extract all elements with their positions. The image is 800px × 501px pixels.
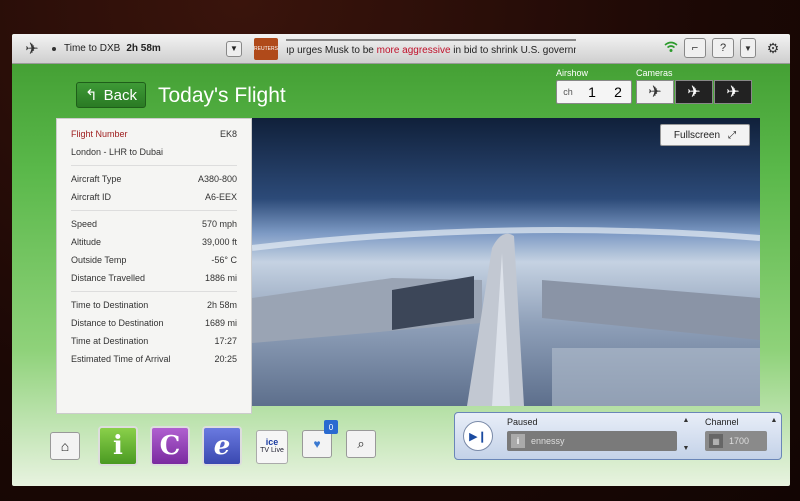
track-title[interactable]: i ennessy [507,431,677,451]
camera-tail-button[interactable]: ✈ [636,80,674,104]
channel-label: Channel [705,417,739,427]
tv-live-button[interactable]: ice TV Live [256,430,288,464]
camera-options: ✈ ✈ ✈ [636,80,752,104]
back-arrow-icon: ↰ [85,87,98,104]
flight-info-panel: Flight Number EK8 London - LHR to Dubai … [56,118,252,414]
status-bar: ✈ Time to DXB 2h 58m ▼ REUTERS ıp urges … [12,34,790,64]
home-icon: ⌂ [60,438,70,454]
info-row: Aircraft ID A6-EEX [71,192,237,202]
tv-icon: ice [265,437,279,447]
camera-top-button[interactable]: ✈ [675,80,713,104]
play-pause-button[interactable]: ▶❙ [463,421,493,451]
entertainment-app-icon: e [213,431,231,461]
tv-live-label: TV Live [260,447,284,454]
divider [71,210,237,211]
ch-label: ch [563,87,573,97]
camera-view: Fullscreen ⤢ [252,118,760,406]
airshow-channel-box: ch 1 2 [556,80,632,104]
info-app-icon: i [113,431,123,461]
info-row: Speed 570 mph [71,219,237,229]
home-button[interactable]: ⌂ [50,432,80,460]
info-row: Flight Number EK8 [71,129,237,139]
status-icons: ⌐ ? ▼ ⚙ [664,38,784,58]
favorites-button[interactable]: ♥ [302,430,332,458]
plane-top-icon: ✈ [687,84,701,101]
media-player: ▶❙ Paused i ennessy ▲ ▼ Channel ▦ 1700 ▲ [454,412,782,460]
time-to-destination[interactable]: Time to DXB 2h 58m [52,43,220,54]
fullscreen-button[interactable]: Fullscreen ⤢ [660,124,750,146]
info-row: Distance Travelled 1886 mi [71,273,237,283]
cameras-label: Cameras [636,68,673,78]
menu-dropdown-button[interactable]: ▼ [740,38,756,58]
info-row: Time to Destination 2h 58m [71,300,237,310]
airshow-channel-2[interactable]: 2 [605,84,631,100]
seat-button[interactable]: ⌐ [684,38,706,58]
communication-app-button[interactable]: C [150,426,190,466]
plane-icon: ✈ [25,40,39,58]
bullet-icon [52,46,56,51]
wifi-icon [664,41,678,56]
info-row: Time at Destination 17:27 [71,336,237,346]
camera-feed-image [252,227,760,406]
chevron-down-icon: ▼ [230,44,238,53]
expand-icon: ⤢ [728,129,737,141]
divider [71,165,237,166]
plane-down-icon: ✈ [726,84,740,101]
destination-label: Time to DXB [64,43,121,54]
settings-button[interactable]: ⚙ [762,38,784,58]
info-row: Outside Temp -56° C [71,255,237,265]
play-pause-icon: ▶❙ [469,430,487,443]
entertainment-app-button[interactable]: e [202,426,242,466]
fullscreen-label: Fullscreen [673,129,721,141]
channel-up-icon[interactable]: ▲ [769,417,779,429]
info-row: Altitude 39,000 ft [71,237,237,247]
news-logo: REUTERS [254,37,278,60]
camera-selector: Cameras ✈ ✈ ✈ [636,68,752,104]
help-icon: ? [719,42,727,54]
info-app-button[interactable]: i [98,426,138,466]
keypad-icon: ▦ [709,434,723,448]
ife-screen: ✈ Time to DXB 2h 58m ▼ REUTERS ıp urges … [12,34,790,486]
heart-icon: ♥ [313,437,321,451]
channel-display[interactable]: ▦ 1700 [705,431,767,451]
info-row: Aircraft Type A380-800 [71,174,237,184]
info-row: London - LHR to Dubai [71,147,164,157]
info-row: Distance to Destination 1689 mi [71,318,237,328]
search-icon: ⌕ [357,436,365,451]
news-ticker[interactable]: ıp urges Musk to be more aggressive in b… [286,38,576,59]
search-button[interactable]: ⌕ [346,430,376,458]
chevron-down-icon: ▼ [744,43,752,53]
info-icon: i [511,434,525,448]
help-button[interactable]: ? [712,38,734,58]
scroll-up-icon[interactable]: ▲ [681,417,691,429]
scroll-down-icon[interactable]: ▼ [681,445,691,457]
back-button[interactable]: ↰ Back [76,82,146,108]
camera-down-button[interactable]: ✈ [714,80,752,104]
airshow-label: Airshow [556,68,589,78]
back-label: Back [103,86,137,104]
info-row: Estimated Time of Arrival 20:25 [71,354,237,364]
gear-icon: ⚙ [766,39,780,56]
airshow-selector: Airshow ch 1 2 [556,68,632,104]
communication-app-icon: C [159,431,181,461]
airshow-channel-1[interactable]: 1 [579,84,605,100]
plane-tail-icon: ✈ [648,84,662,101]
page-title: Today's Flight [158,84,286,107]
favorites-count-badge: 0 [324,420,338,434]
player-status: Paused [507,417,538,427]
destination-dropdown-button[interactable]: ▼ [226,40,242,57]
divider [71,291,237,292]
destination-time: 2h 58m [126,43,161,54]
seat-icon: ⌐ [691,42,699,54]
